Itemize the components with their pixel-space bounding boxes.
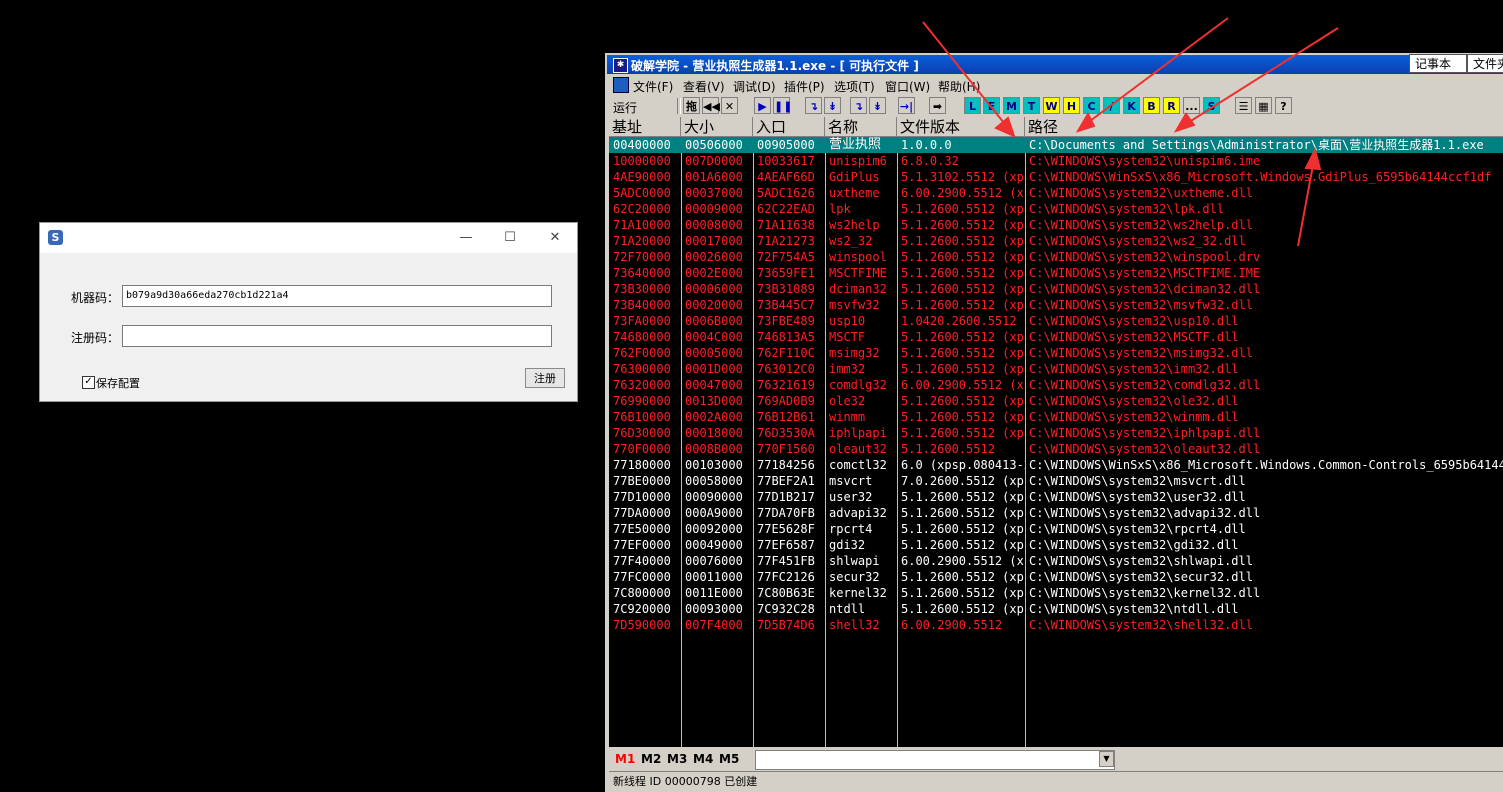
arrow-head [1173, 112, 1196, 133]
arrow-to-path-column [1085, 17, 1229, 125]
arrow-to-selected-path [1297, 164, 1314, 247]
annotation-arrows [922, 17, 1339, 247]
arrow-head [1304, 147, 1322, 171]
arrow-to-version-column [922, 21, 1009, 129]
arrow-head [994, 116, 1016, 138]
arrow-to-path-header [1185, 27, 1339, 125]
arrow-head [1075, 111, 1096, 133]
